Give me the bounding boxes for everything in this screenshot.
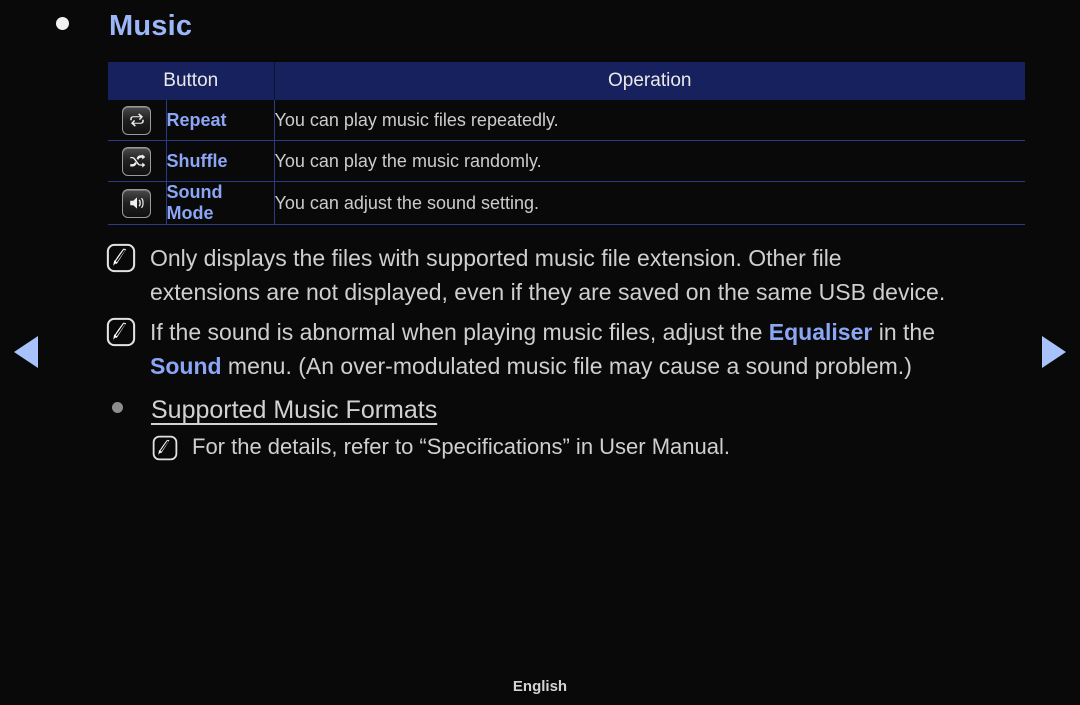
note-item: If the sound is abnormal when playing mu… <box>106 315 1036 383</box>
column-header-button: Button <box>108 62 275 100</box>
table-header-row: Button Operation <box>108 62 1025 100</box>
note-line-part: menu. (An over-modulated music file may … <box>221 353 912 379</box>
operation-description: You can play the music randomly. <box>274 140 1025 182</box>
button-name: Shuffle <box>166 140 275 182</box>
bullet-dot-icon <box>112 402 123 413</box>
footer-language: English <box>512 678 568 695</box>
sound-volume-icon <box>122 188 152 218</box>
menu-term-equaliser: Equaliser <box>768 319 873 345</box>
table-row: Repeat You can play music files repeated… <box>108 100 1025 141</box>
help-page: Music Button Operation Repeat You can pl… <box>0 0 1080 705</box>
button-name: Repeat <box>166 100 275 141</box>
bullet-dot-icon <box>56 17 69 30</box>
note-item: For the details, refer to “Specification… <box>152 432 1032 462</box>
menu-term-sound: Sound <box>150 353 222 379</box>
note-pen-icon <box>106 243 136 273</box>
triangle-left-icon[interactable] <box>14 336 38 368</box>
note-line: extensions are not displayed, even if th… <box>150 279 946 305</box>
note-pen-icon <box>152 435 178 461</box>
note-line: For the details, refer to “Specification… <box>192 434 731 459</box>
button-operation-table: Button Operation Repeat You can play mus… <box>108 62 1025 225</box>
note-line-part: If the sound is abnormal when playing mu… <box>150 319 769 345</box>
note-pen-icon <box>106 317 136 347</box>
button-name: Sound Mode <box>166 181 275 225</box>
repeat-icon <box>122 105 152 135</box>
table-row: Shuffle You can play the music randomly. <box>108 140 1025 182</box>
table-row: Sound Mode You can adjust the sound sett… <box>108 181 1025 225</box>
button-key-cell <box>108 140 167 182</box>
page-title-row: Music <box>56 10 192 43</box>
column-header-operation: Operation <box>274 62 1025 100</box>
button-key-cell <box>108 181 167 225</box>
note-text: Only displays the files with supported m… <box>150 241 945 309</box>
shuffle-icon <box>122 146 152 176</box>
triangle-right-icon[interactable] <box>1042 336 1066 368</box>
operation-description: You can adjust the sound setting. <box>274 181 1025 225</box>
note-line: Only displays the files with supported m… <box>150 245 842 271</box>
note-item: Only displays the files with supported m… <box>106 241 1036 309</box>
note-line-part: in the <box>872 319 935 345</box>
supported-formats-title: Supported Music Formats <box>151 396 438 424</box>
note-text: For the details, refer to “Specification… <box>192 432 730 462</box>
operation-description: You can play music files repeatedly. <box>274 100 1025 141</box>
button-key-cell <box>108 100 167 141</box>
note-text: If the sound is abnormal when playing mu… <box>150 315 935 383</box>
page-title: Music <box>109 10 193 42</box>
supported-formats-heading: Supported Music Formats <box>112 396 437 425</box>
